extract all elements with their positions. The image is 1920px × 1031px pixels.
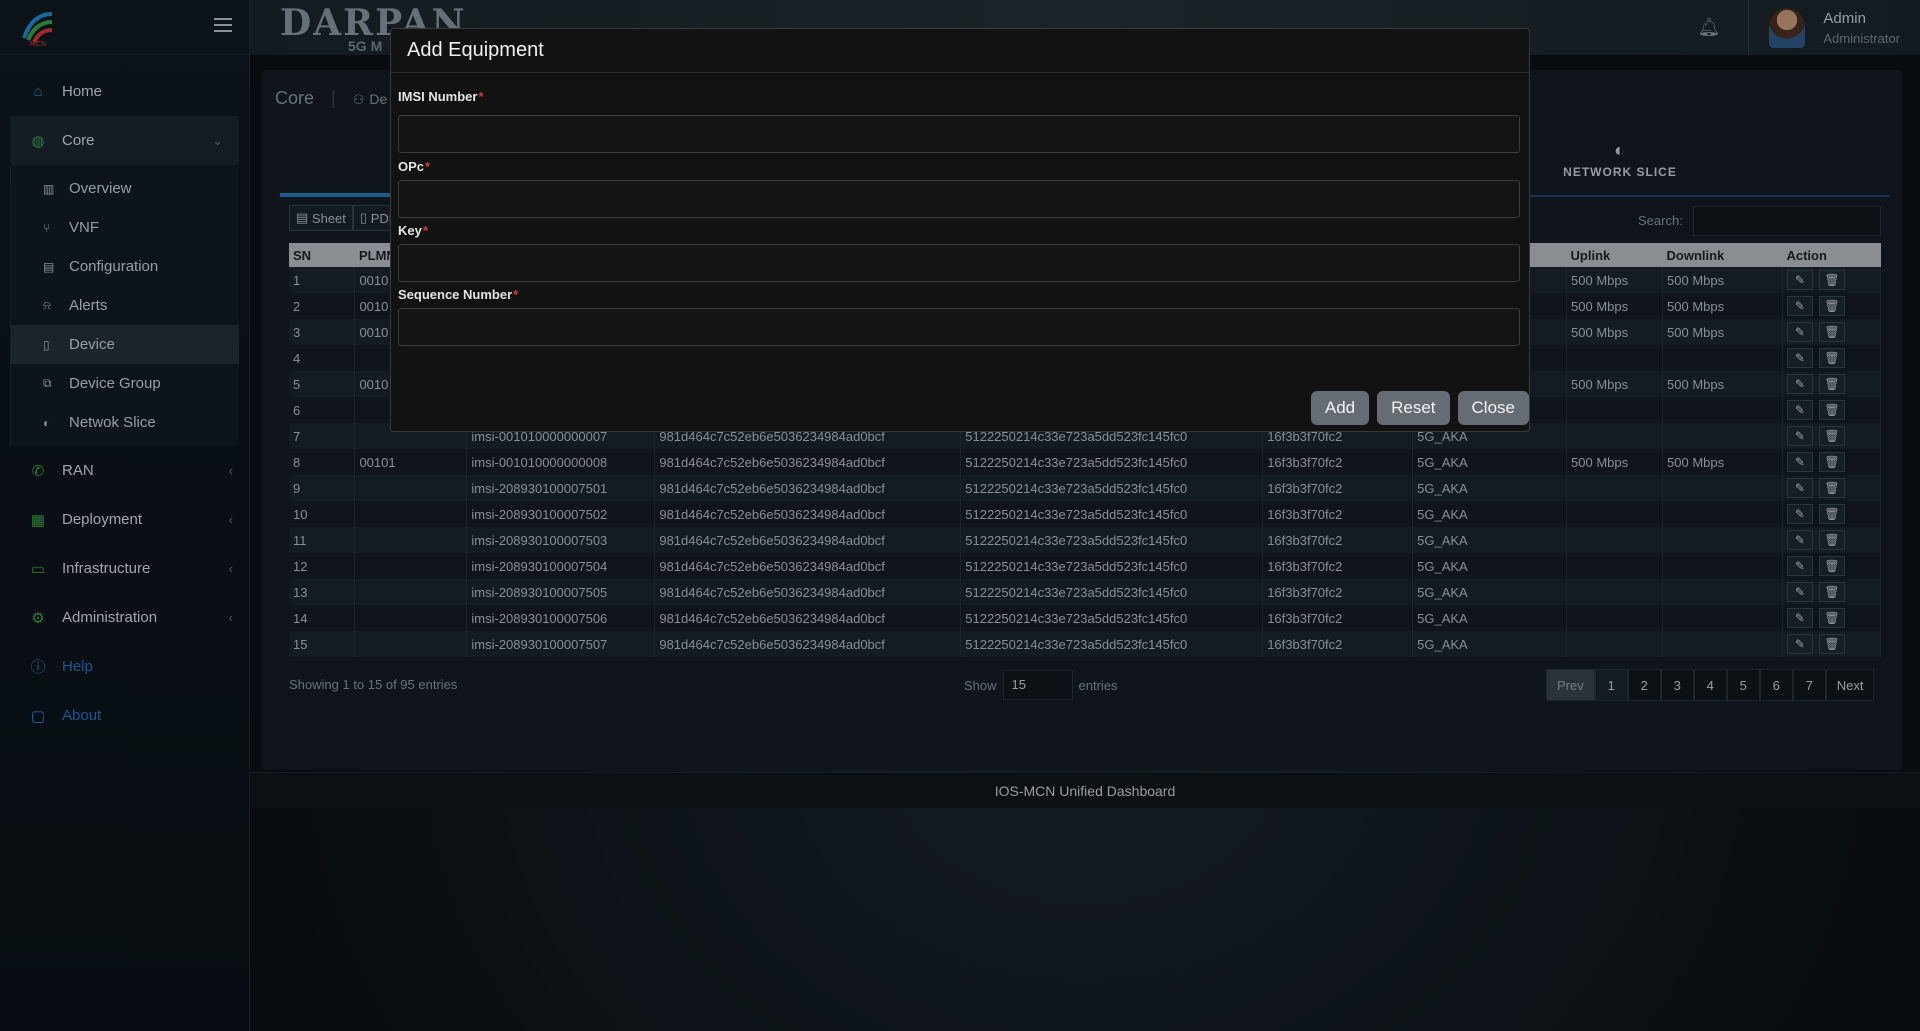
opc-field-group: OPc*	[398, 159, 1522, 218]
required-marker: *	[478, 89, 484, 104]
imsi-label: IMSI Number*	[398, 89, 1522, 105]
sequence-field-group: Sequence Number*	[398, 287, 1522, 346]
required-marker: *	[513, 287, 519, 302]
sequence-number-input[interactable]	[398, 308, 1520, 346]
reset-button[interactable]: Reset	[1377, 391, 1450, 425]
imsi-field-group: IMSI Number*	[398, 89, 1522, 153]
opc-label-text: OPc	[398, 159, 425, 174]
add-equipment-modal: Add Equipment IMSI Number* OPc* Key* Seq…	[390, 28, 1530, 432]
sequence-label: Sequence Number*	[398, 287, 1522, 303]
opc-label: OPc*	[398, 159, 1522, 175]
modal-actions: Add Reset Close	[1310, 391, 1529, 425]
key-field-group: Key*	[398, 223, 1522, 282]
imsi-number-input[interactable]	[398, 115, 1520, 153]
modal-title: Add Equipment	[407, 39, 544, 61]
close-button[interactable]: Close	[1457, 391, 1529, 425]
add-button[interactable]: Add	[1310, 391, 1370, 425]
modal-header: Add Equipment	[391, 29, 1529, 73]
required-marker: *	[425, 159, 431, 174]
key-label: Key*	[398, 223, 1522, 239]
opc-input[interactable]	[398, 180, 1520, 218]
key-label-text: Key	[398, 223, 422, 238]
key-input[interactable]	[398, 244, 1520, 282]
modal-body: IMSI Number* OPc* Key* Sequence Number*	[391, 89, 1529, 346]
required-marker: *	[422, 223, 428, 238]
imsi-label-text: IMSI Number	[398, 89, 478, 104]
sequence-label-text: Sequence Number	[398, 287, 513, 302]
